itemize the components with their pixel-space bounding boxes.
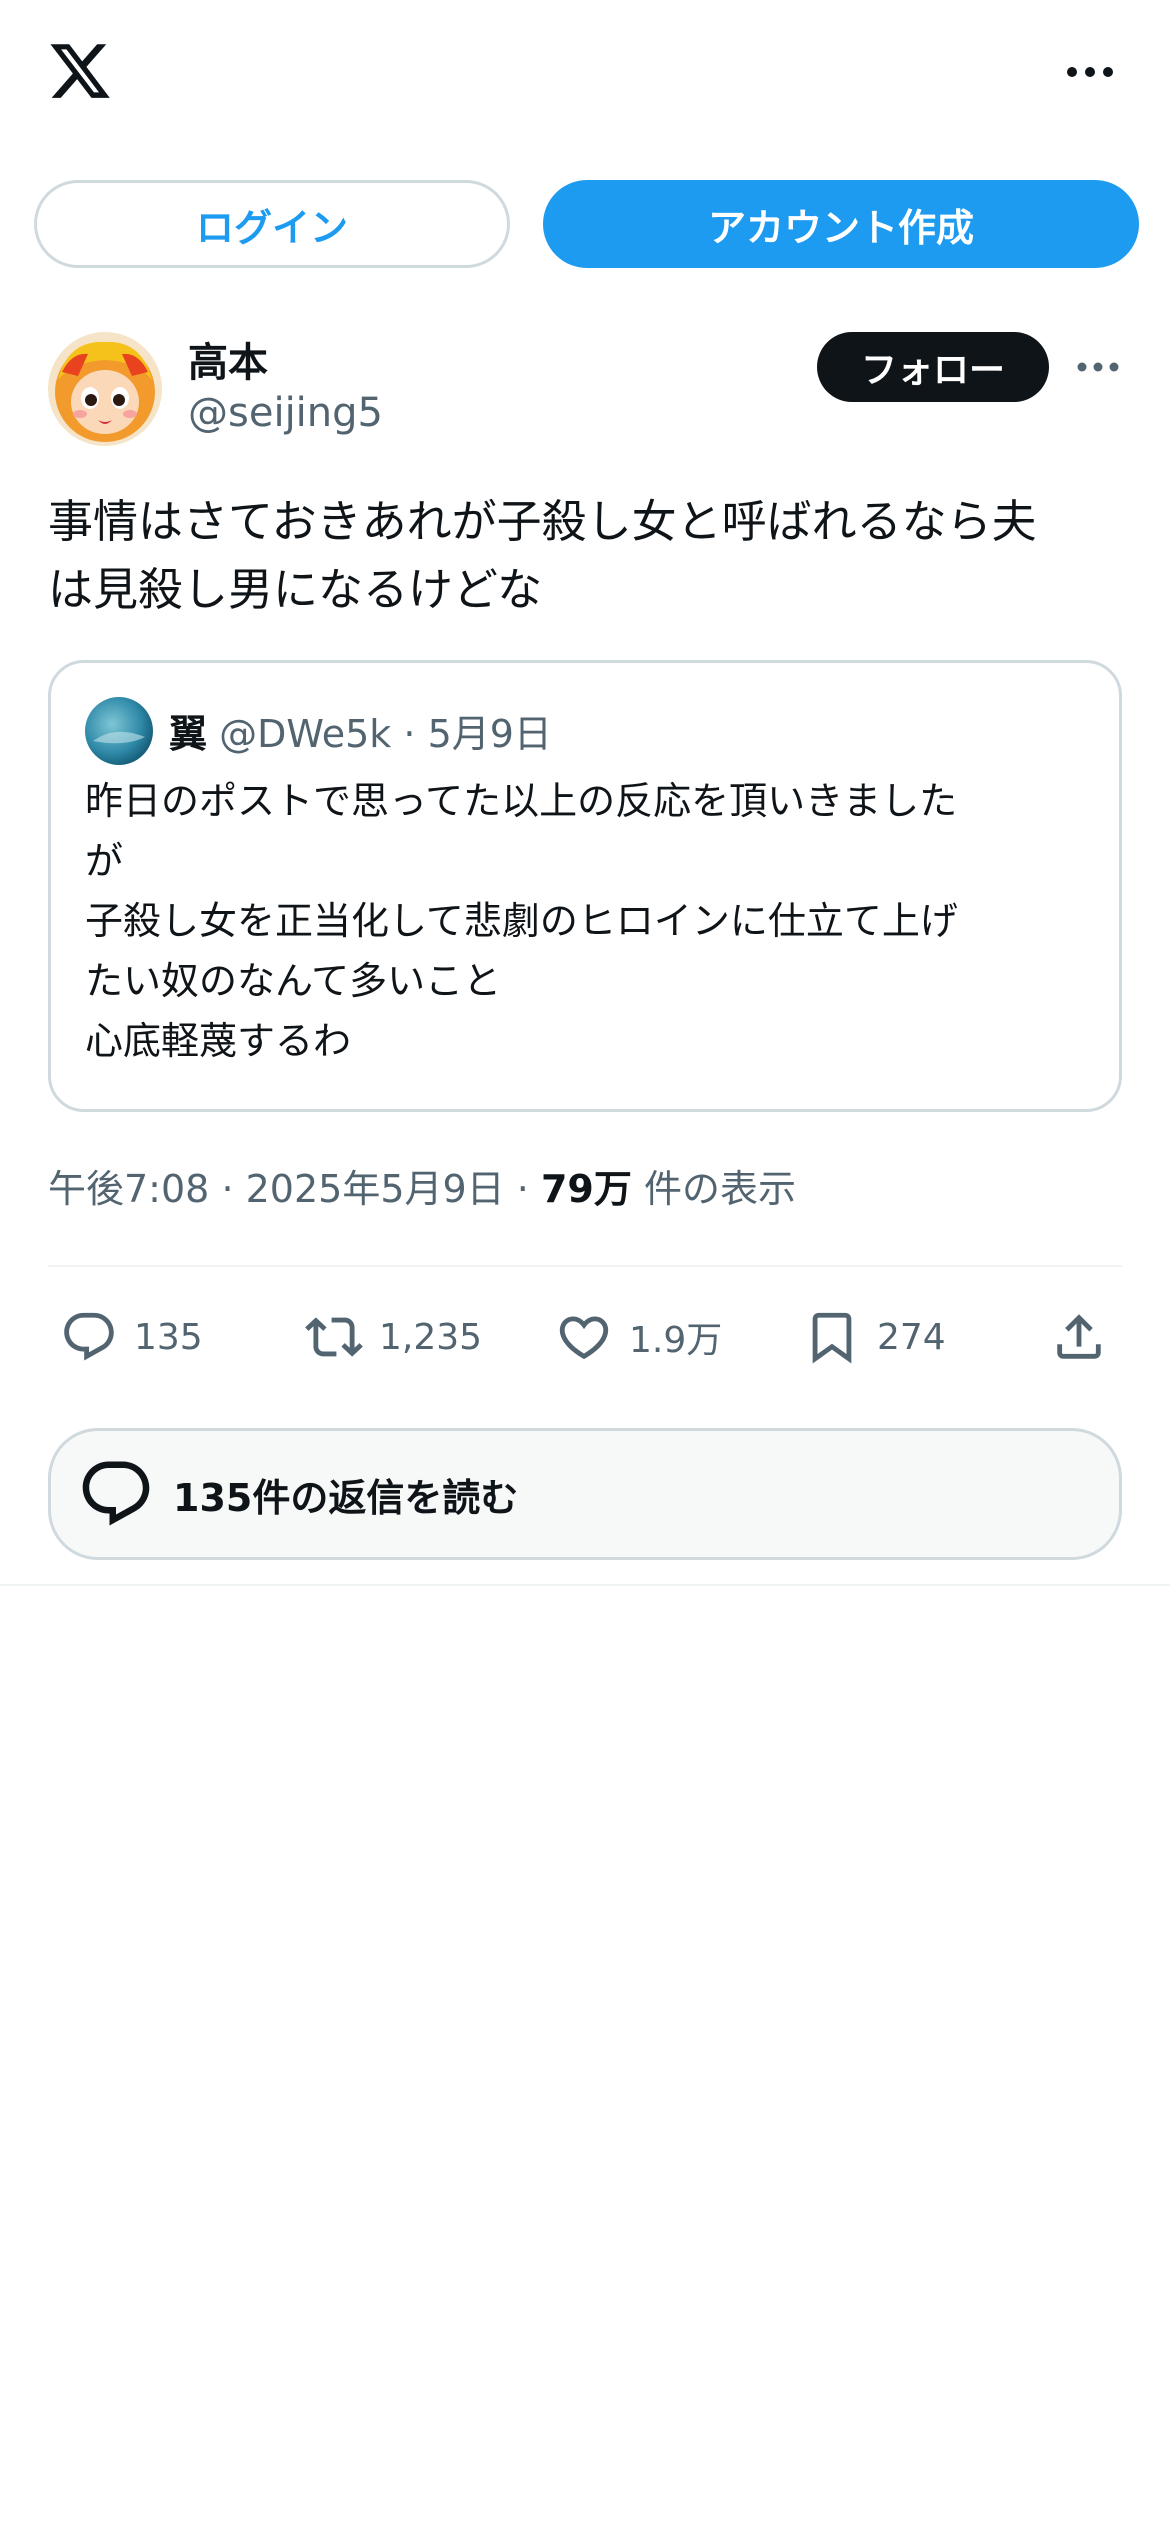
- author-handle[interactable]: @seijing5: [188, 390, 383, 436]
- like-count: 1.9万: [629, 1320, 723, 1361]
- bookmark-button[interactable]: 274: [803, 1305, 946, 1369]
- repost-count: 1,235: [379, 1316, 483, 1358]
- create-account-button[interactable]: アカウント作成: [543, 180, 1139, 268]
- reply-icon: [64, 1312, 114, 1361]
- author-name[interactable]: 高本: [188, 330, 268, 388]
- more-horizontal-icon[interactable]: [1076, 352, 1120, 382]
- separator: ·: [221, 1167, 234, 1211]
- heart-icon: [559, 1316, 609, 1360]
- post-time[interactable]: 午後7:08: [48, 1167, 209, 1211]
- bookmark-count: 274: [877, 1316, 946, 1358]
- tweet-page: ログイン アカウント作成 高本 @seijing5 フォロー 事情はさておきあれ…: [0, 0, 1170, 2532]
- share-button[interactable]: [1050, 1305, 1108, 1369]
- read-replies-label: 135件の返信を読む: [173, 1475, 519, 1520]
- divider: [0, 1584, 1170, 1586]
- bookmark-icon: [812, 1312, 852, 1364]
- like-button[interactable]: 1.9万: [555, 1305, 722, 1369]
- separator: ·: [516, 1167, 529, 1211]
- post-meta: 午後7:08 · 2025年5月9日 · 79万 件の表示: [48, 1158, 796, 1213]
- share-icon: [1057, 1314, 1101, 1359]
- quoted-author-handle[interactable]: @DWe5k: [219, 712, 391, 756]
- post-text: 事情はさておきあれが子殺し女と呼ばれるなら夫 は見殺し男になるけどな: [48, 495, 1037, 616]
- views-label: 件の表示: [643, 1167, 796, 1211]
- x-logo-icon[interactable]: [46, 38, 114, 104]
- repost-button[interactable]: 1,235: [305, 1305, 482, 1369]
- views-count: 79万: [540, 1167, 632, 1211]
- login-button[interactable]: ログイン: [34, 180, 510, 268]
- post-date[interactable]: 2025年5月9日: [246, 1167, 505, 1211]
- separator: ·: [403, 712, 416, 756]
- author-avatar[interactable]: [48, 332, 162, 446]
- quoted-post-text: 昨日のポストで思ってた以上の反応を頂いきました が 子殺し女を正当化して悲劇のヒ…: [85, 779, 958, 1063]
- top-bar: [0, 0, 1170, 150]
- reply-bubble-icon: [82, 1461, 150, 1526]
- read-replies-button[interactable]: 135件の返信を読む: [48, 1428, 1122, 1560]
- reply-button[interactable]: 135: [60, 1305, 203, 1369]
- repost-icon: [305, 1317, 363, 1357]
- quoted-author-avatar[interactable]: [85, 697, 153, 765]
- divider: [48, 1265, 1122, 1267]
- quoted-post-header: 翼 @DWe5k · 5月9日: [169, 703, 552, 758]
- more-horizontal-icon[interactable]: [1058, 52, 1122, 92]
- quoted-author-name[interactable]: 翼: [169, 712, 207, 756]
- follow-button[interactable]: フォロー: [817, 332, 1049, 402]
- quoted-post[interactable]: 翼 @DWe5k · 5月9日 昨日のポストで思ってた以上の反応を頂いきました …: [48, 660, 1122, 1112]
- reply-count: 135: [134, 1316, 203, 1358]
- quoted-post-date[interactable]: 5月9日: [428, 712, 552, 756]
